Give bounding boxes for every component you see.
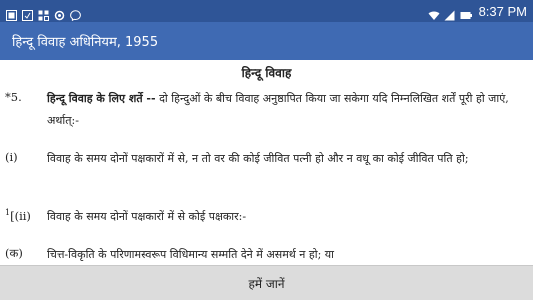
signal-icon xyxy=(444,6,455,20)
about-us-button-label: हमें जानें xyxy=(248,276,285,291)
paragraph-marker-text: [(ii) xyxy=(10,208,31,223)
battery-icon xyxy=(460,6,472,19)
paragraph-marker: *5. xyxy=(5,90,22,104)
status-bar-right: 8:37 PM xyxy=(428,3,527,20)
paragraph-text: चित्त-विकृति के परिणामस्वरूप विधिमान्य स… xyxy=(47,248,335,261)
status-bar-left xyxy=(6,6,81,21)
about-us-button[interactable]: हमें जानें xyxy=(0,265,533,300)
section-title: हिन्दू विवाह xyxy=(241,66,292,80)
gallery-icon xyxy=(38,6,49,21)
messenger-icon xyxy=(70,6,81,21)
square-notification-icon xyxy=(22,6,33,21)
paragraph-text: विवाह के समय दोनों पक्षकारों में से, न त… xyxy=(47,152,469,165)
paragraph-marker: (क) xyxy=(5,246,23,260)
status-time: 8:37 PM xyxy=(478,3,527,19)
app-bar: हिन्दू विवाह अधिनियम, 1955 xyxy=(0,22,533,60)
paragraph-text: हिन्दू विवाह के लिए शर्ते -- दो हिन्दुओं… xyxy=(47,88,527,132)
settings-icon xyxy=(54,6,65,20)
app-title: हिन्दू विवाह अधिनियम, 1955 xyxy=(12,35,159,50)
paragraph-marker: (i) xyxy=(5,150,18,164)
content-area[interactable]: हिन्दू विवाह *5. हिन्दू विवाह के लिए शर्… xyxy=(0,60,533,265)
paragraph-marker: 1[(ii) xyxy=(5,208,31,223)
paragraph-text: विवाह के समय दोनों पक्षकारों में से कोई … xyxy=(47,210,247,223)
wifi-icon xyxy=(428,6,440,20)
status-bar: 8:37 PM xyxy=(0,0,533,22)
notification-icon xyxy=(6,6,17,21)
paragraph-heading: हिन्दू विवाह के लिए शर्ते -- xyxy=(47,92,156,105)
